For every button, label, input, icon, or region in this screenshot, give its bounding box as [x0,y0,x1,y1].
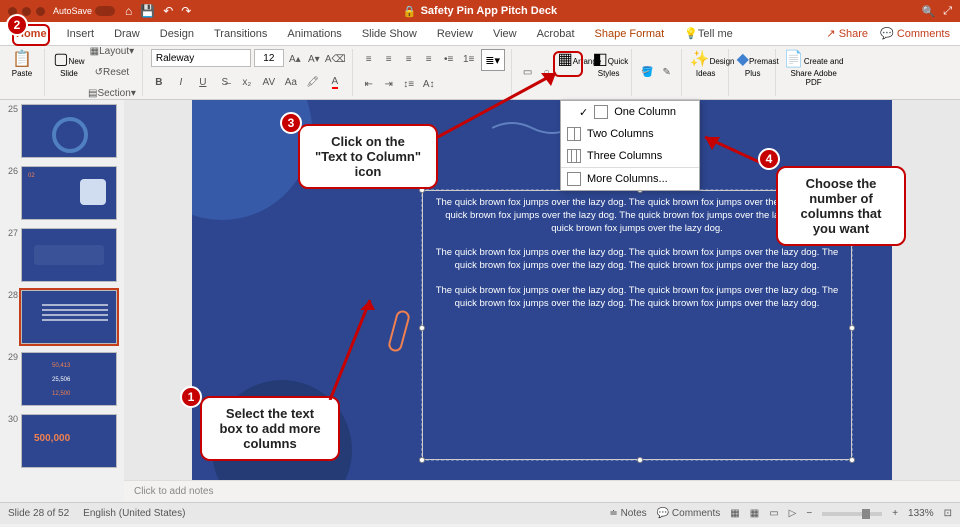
increase-font-icon[interactable]: A▴ [287,49,303,69]
callout-4: Choose the number of columns that you wa… [776,166,906,246]
anno-badge-3: 3 [280,112,302,134]
pin-graphic [387,309,411,353]
window-zoom[interactable] [36,7,45,16]
comments-toggle[interactable]: 💬 Comments [657,508,721,519]
subscript-button[interactable]: x₂ [239,72,255,92]
doc-title: Safety Pin App Pitch Deck [421,5,558,17]
thumb-27[interactable] [21,228,117,282]
tab-shape-format[interactable]: Shape Format [585,22,675,45]
columns-dropdown: ✓ One Column Two Columns Three Columns M… [560,100,700,191]
design-ideas-button[interactable]: ✨Design Ideas [690,49,722,97]
window-minimize[interactable] [22,7,31,16]
lock-icon: 🔒 [403,5,417,18]
notes-toggle[interactable]: ≐ Notes [609,508,646,519]
ribbon-tabs: Home Insert Draw Design Transitions Anim… [0,22,960,46]
justify-icon[interactable]: ≡ [421,49,437,69]
case-button[interactable]: Aa [283,72,299,92]
thumb-30[interactable]: 500,000 [21,414,117,468]
one-column-option[interactable]: ✓ One Column [561,101,699,123]
comments-button[interactable]: 💬 Comments [880,27,950,40]
normal-view-icon[interactable]: ▦ [730,508,739,519]
anno-badge-2: 2 [6,14,28,36]
thumb-28[interactable] [21,290,117,344]
strike-button[interactable]: S̶ [217,72,233,92]
callout-1: Select the text box to add more columns [200,396,340,461]
para-3[interactable]: The quick brown fox jumps over the lazy … [423,279,851,317]
reset-button[interactable]: ↺ Reset [88,63,136,83]
zoom-percent[interactable]: 133% [908,508,934,519]
tab-draw[interactable]: Draw [104,22,150,45]
autosave-toggle[interactable] [95,6,115,16]
thumb-29[interactable]: 50,41325,50612,500 [21,352,117,406]
text-direction-icon[interactable]: A↕ [421,74,437,94]
tab-animations[interactable]: Animations [277,22,351,45]
slideshow-view-icon[interactable]: ▷ [789,508,797,519]
status-bar: Slide 28 of 52 English (United States) ≐… [0,502,960,524]
bullets-icon[interactable]: •≡ [441,49,457,69]
fit-icon[interactable]: ⊡ [944,508,952,519]
tell-me[interactable]: 💡 Tell me [674,22,743,45]
reading-view-icon[interactable]: ▭ [769,508,778,519]
bold-button[interactable]: B [151,72,167,92]
tab-slideshow[interactable]: Slide Show [352,22,427,45]
paste-button[interactable]: 📋Paste [6,49,38,97]
search-icon[interactable]: 🔍 [921,5,935,18]
font-color-button[interactable]: A [327,72,343,92]
three-columns-option[interactable]: Three Columns [561,145,699,167]
tab-design[interactable]: Design [150,22,204,45]
font-size-select[interactable]: 12 [254,49,284,67]
more-columns-option[interactable]: More Columns... [561,167,699,190]
decrease-font-icon[interactable]: A▾ [306,49,322,69]
workspace: 25 2602 27 28 2950,41325,50612,500 30500… [0,100,960,502]
slide-counter: Slide 28 of 52 [8,508,69,519]
zoom-out[interactable]: − [806,508,812,519]
share-button[interactable]: ↗ Share [826,27,868,40]
tab-view[interactable]: View [483,22,527,45]
thumb-25[interactable] [21,104,117,158]
slide-thumbnails[interactable]: 25 2602 27 28 2950,41325,50612,500 30500… [0,100,124,502]
mac-titlebar: AutoSave ⌂ 💾 ↶ ↷ 🔒 Safety Pin App Pitch D… [0,0,960,22]
sorter-view-icon[interactable]: ▦ [750,508,759,519]
adobe-pdf-button[interactable]: 📄Create and Share Adobe PDF [784,49,844,97]
zoom-slider[interactable] [822,512,882,516]
italic-button[interactable]: I [173,72,189,92]
font-family-select[interactable]: Raleway [151,49,251,67]
zoom-in[interactable]: + [892,508,898,519]
qat-home-icon[interactable]: ⌂ [125,4,132,18]
numbering-icon[interactable]: 1≡ [461,49,477,69]
thumb-26[interactable]: 02 [21,166,117,220]
qat-redo-icon[interactable]: ↷ [181,4,191,18]
anno-ring-columns [553,51,583,77]
premast-button[interactable]: ◆Premast Plus [737,49,769,97]
autosave-label: AutoSave [53,6,92,16]
align-center-icon[interactable]: ≡ [381,49,397,69]
clear-format-icon[interactable]: A⌫ [325,49,346,69]
spacing-button[interactable]: AV [261,72,277,92]
underline-button[interactable]: U [195,72,211,92]
anno-badge-1: 1 [180,386,202,408]
align-left-icon[interactable]: ≡ [361,49,377,69]
expand-icon[interactable]: ⤢ [943,5,952,18]
qat-undo-icon[interactable]: ↶ [163,4,173,18]
notes-pane[interactable]: Click to add notes [124,480,960,502]
align-right-icon[interactable]: ≡ [401,49,417,69]
new-slide-button[interactable]: ▢New Slide [53,49,85,97]
tab-insert[interactable]: Insert [57,22,105,45]
shape-fill-icon[interactable]: 🪣 [640,63,656,83]
increase-indent-icon[interactable]: ⇥ [381,74,397,94]
decrease-indent-icon[interactable]: ⇤ [361,74,377,94]
anno-badge-4: 4 [758,148,780,170]
tab-transitions[interactable]: Transitions [204,22,277,45]
para-2[interactable]: The quick brown fox jumps over the lazy … [423,241,851,279]
two-columns-option[interactable]: Two Columns [561,123,699,145]
qat-save-icon[interactable]: 💾 [140,4,155,18]
line-spacing-icon[interactable]: ↕≡ [401,74,417,94]
tab-acrobat[interactable]: Acrobat [527,22,585,45]
tab-review[interactable]: Review [427,22,483,45]
callout-3: Click on the "Text to Column" icon [298,124,438,189]
highlight-button[interactable]: 🖍 [305,72,321,92]
quick-styles-button[interactable]: ◧Quick Styles [593,49,625,97]
language-status[interactable]: English (United States) [83,508,185,519]
shape-outline-icon[interactable]: ✎ [659,63,675,83]
